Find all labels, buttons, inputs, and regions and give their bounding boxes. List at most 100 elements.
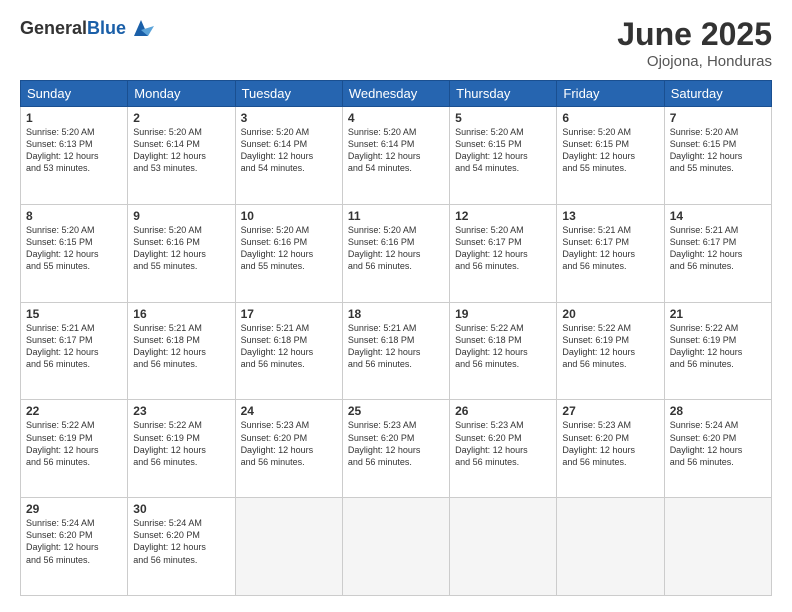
day-info: Sunrise: 5:20 AM Sunset: 6:14 PM Dayligh… — [133, 126, 229, 175]
day-info: Sunrise: 5:20 AM Sunset: 6:15 PM Dayligh… — [455, 126, 551, 175]
weekday-monday: Monday — [128, 81, 235, 107]
calendar-cell: 11Sunrise: 5:20 AM Sunset: 6:16 PM Dayli… — [342, 204, 449, 302]
day-number: 28 — [670, 404, 766, 418]
calendar-cell: 22Sunrise: 5:22 AM Sunset: 6:19 PM Dayli… — [21, 400, 128, 498]
calendar-cell: 4Sunrise: 5:20 AM Sunset: 6:14 PM Daylig… — [342, 107, 449, 205]
day-info: Sunrise: 5:20 AM Sunset: 6:15 PM Dayligh… — [26, 224, 122, 273]
day-info: Sunrise: 5:21 AM Sunset: 6:18 PM Dayligh… — [133, 322, 229, 371]
calendar-cell: 24Sunrise: 5:23 AM Sunset: 6:20 PM Dayli… — [235, 400, 342, 498]
weekday-friday: Friday — [557, 81, 664, 107]
day-number: 29 — [26, 502, 122, 516]
week-row-1: 1Sunrise: 5:20 AM Sunset: 6:13 PM Daylig… — [21, 107, 772, 205]
day-number: 21 — [670, 307, 766, 321]
day-number: 7 — [670, 111, 766, 125]
day-info: Sunrise: 5:20 AM Sunset: 6:16 PM Dayligh… — [241, 224, 337, 273]
calendar-cell: 23Sunrise: 5:22 AM Sunset: 6:19 PM Dayli… — [128, 400, 235, 498]
day-info: Sunrise: 5:22 AM Sunset: 6:19 PM Dayligh… — [562, 322, 658, 371]
day-number: 20 — [562, 307, 658, 321]
calendar-cell: 3Sunrise: 5:20 AM Sunset: 6:14 PM Daylig… — [235, 107, 342, 205]
day-number: 14 — [670, 209, 766, 223]
calendar-cell — [557, 498, 664, 596]
calendar-cell: 13Sunrise: 5:21 AM Sunset: 6:17 PM Dayli… — [557, 204, 664, 302]
day-number: 3 — [241, 111, 337, 125]
calendar-cell — [342, 498, 449, 596]
day-info: Sunrise: 5:20 AM Sunset: 6:15 PM Dayligh… — [562, 126, 658, 175]
day-info: Sunrise: 5:22 AM Sunset: 6:18 PM Dayligh… — [455, 322, 551, 371]
day-number: 15 — [26, 307, 122, 321]
day-info: Sunrise: 5:24 AM Sunset: 6:20 PM Dayligh… — [133, 517, 229, 566]
day-info: Sunrise: 5:24 AM Sunset: 6:20 PM Dayligh… — [670, 419, 766, 468]
day-number: 10 — [241, 209, 337, 223]
calendar-cell: 25Sunrise: 5:23 AM Sunset: 6:20 PM Dayli… — [342, 400, 449, 498]
calendar-cell — [235, 498, 342, 596]
day-number: 18 — [348, 307, 444, 321]
day-number: 16 — [133, 307, 229, 321]
week-row-5: 29Sunrise: 5:24 AM Sunset: 6:20 PM Dayli… — [21, 498, 772, 596]
calendar-cell: 30Sunrise: 5:24 AM Sunset: 6:20 PM Dayli… — [128, 498, 235, 596]
calendar-cell: 14Sunrise: 5:21 AM Sunset: 6:17 PM Dayli… — [664, 204, 771, 302]
day-info: Sunrise: 5:20 AM Sunset: 6:16 PM Dayligh… — [133, 224, 229, 273]
day-number: 19 — [455, 307, 551, 321]
day-info: Sunrise: 5:21 AM Sunset: 6:18 PM Dayligh… — [241, 322, 337, 371]
week-row-4: 22Sunrise: 5:22 AM Sunset: 6:19 PM Dayli… — [21, 400, 772, 498]
day-number: 1 — [26, 111, 122, 125]
calendar-title: June 2025 — [617, 16, 772, 53]
page: GeneralBlue June 2025 Ojojona, Honduras … — [0, 0, 792, 612]
day-number: 5 — [455, 111, 551, 125]
day-number: 2 — [133, 111, 229, 125]
calendar-cell: 6Sunrise: 5:20 AM Sunset: 6:15 PM Daylig… — [557, 107, 664, 205]
logo: GeneralBlue — [20, 16, 154, 42]
header: GeneralBlue June 2025 Ojojona, Honduras — [20, 16, 772, 70]
weekday-wednesday: Wednesday — [342, 81, 449, 107]
day-info: Sunrise: 5:23 AM Sunset: 6:20 PM Dayligh… — [455, 419, 551, 468]
calendar-cell: 1Sunrise: 5:20 AM Sunset: 6:13 PM Daylig… — [21, 107, 128, 205]
calendar-cell: 5Sunrise: 5:20 AM Sunset: 6:15 PM Daylig… — [450, 107, 557, 205]
day-info: Sunrise: 5:22 AM Sunset: 6:19 PM Dayligh… — [26, 419, 122, 468]
calendar-cell: 17Sunrise: 5:21 AM Sunset: 6:18 PM Dayli… — [235, 302, 342, 400]
day-info: Sunrise: 5:23 AM Sunset: 6:20 PM Dayligh… — [348, 419, 444, 468]
day-number: 11 — [348, 209, 444, 223]
day-info: Sunrise: 5:24 AM Sunset: 6:20 PM Dayligh… — [26, 517, 122, 566]
calendar-cell: 28Sunrise: 5:24 AM Sunset: 6:20 PM Dayli… — [664, 400, 771, 498]
weekday-header-row: Sunday Monday Tuesday Wednesday Thursday… — [21, 81, 772, 107]
calendar-location: Ojojona, Honduras — [617, 53, 772, 70]
day-number: 6 — [562, 111, 658, 125]
day-info: Sunrise: 5:20 AM Sunset: 6:17 PM Dayligh… — [455, 224, 551, 273]
day-info: Sunrise: 5:21 AM Sunset: 6:18 PM Dayligh… — [348, 322, 444, 371]
calendar-cell: 26Sunrise: 5:23 AM Sunset: 6:20 PM Dayli… — [450, 400, 557, 498]
calendar-cell: 21Sunrise: 5:22 AM Sunset: 6:19 PM Dayli… — [664, 302, 771, 400]
day-info: Sunrise: 5:21 AM Sunset: 6:17 PM Dayligh… — [670, 224, 766, 273]
day-number: 24 — [241, 404, 337, 418]
day-number: 4 — [348, 111, 444, 125]
day-number: 26 — [455, 404, 551, 418]
day-info: Sunrise: 5:20 AM Sunset: 6:14 PM Dayligh… — [241, 126, 337, 175]
day-info: Sunrise: 5:21 AM Sunset: 6:17 PM Dayligh… — [562, 224, 658, 273]
logo-icon — [128, 16, 154, 42]
weekday-thursday: Thursday — [450, 81, 557, 107]
day-info: Sunrise: 5:20 AM Sunset: 6:16 PM Dayligh… — [348, 224, 444, 273]
calendar-cell: 16Sunrise: 5:21 AM Sunset: 6:18 PM Dayli… — [128, 302, 235, 400]
day-number: 13 — [562, 209, 658, 223]
calendar-table: Sunday Monday Tuesday Wednesday Thursday… — [20, 80, 772, 596]
weekday-saturday: Saturday — [664, 81, 771, 107]
calendar-cell: 29Sunrise: 5:24 AM Sunset: 6:20 PM Dayli… — [21, 498, 128, 596]
title-block: June 2025 Ojojona, Honduras — [617, 16, 772, 70]
day-number: 9 — [133, 209, 229, 223]
day-info: Sunrise: 5:21 AM Sunset: 6:17 PM Dayligh… — [26, 322, 122, 371]
calendar-cell: 20Sunrise: 5:22 AM Sunset: 6:19 PM Dayli… — [557, 302, 664, 400]
day-number: 22 — [26, 404, 122, 418]
calendar-cell — [450, 498, 557, 596]
calendar-cell: 7Sunrise: 5:20 AM Sunset: 6:15 PM Daylig… — [664, 107, 771, 205]
day-info: Sunrise: 5:22 AM Sunset: 6:19 PM Dayligh… — [133, 419, 229, 468]
day-number: 8 — [26, 209, 122, 223]
calendar-cell: 15Sunrise: 5:21 AM Sunset: 6:17 PM Dayli… — [21, 302, 128, 400]
calendar-cell: 10Sunrise: 5:20 AM Sunset: 6:16 PM Dayli… — [235, 204, 342, 302]
calendar-cell: 9Sunrise: 5:20 AM Sunset: 6:16 PM Daylig… — [128, 204, 235, 302]
day-number: 12 — [455, 209, 551, 223]
calendar-cell: 19Sunrise: 5:22 AM Sunset: 6:18 PM Dayli… — [450, 302, 557, 400]
weekday-sunday: Sunday — [21, 81, 128, 107]
calendar-cell: 2Sunrise: 5:20 AM Sunset: 6:14 PM Daylig… — [128, 107, 235, 205]
week-row-2: 8Sunrise: 5:20 AM Sunset: 6:15 PM Daylig… — [21, 204, 772, 302]
logo-text: GeneralBlue — [20, 19, 126, 39]
day-number: 17 — [241, 307, 337, 321]
